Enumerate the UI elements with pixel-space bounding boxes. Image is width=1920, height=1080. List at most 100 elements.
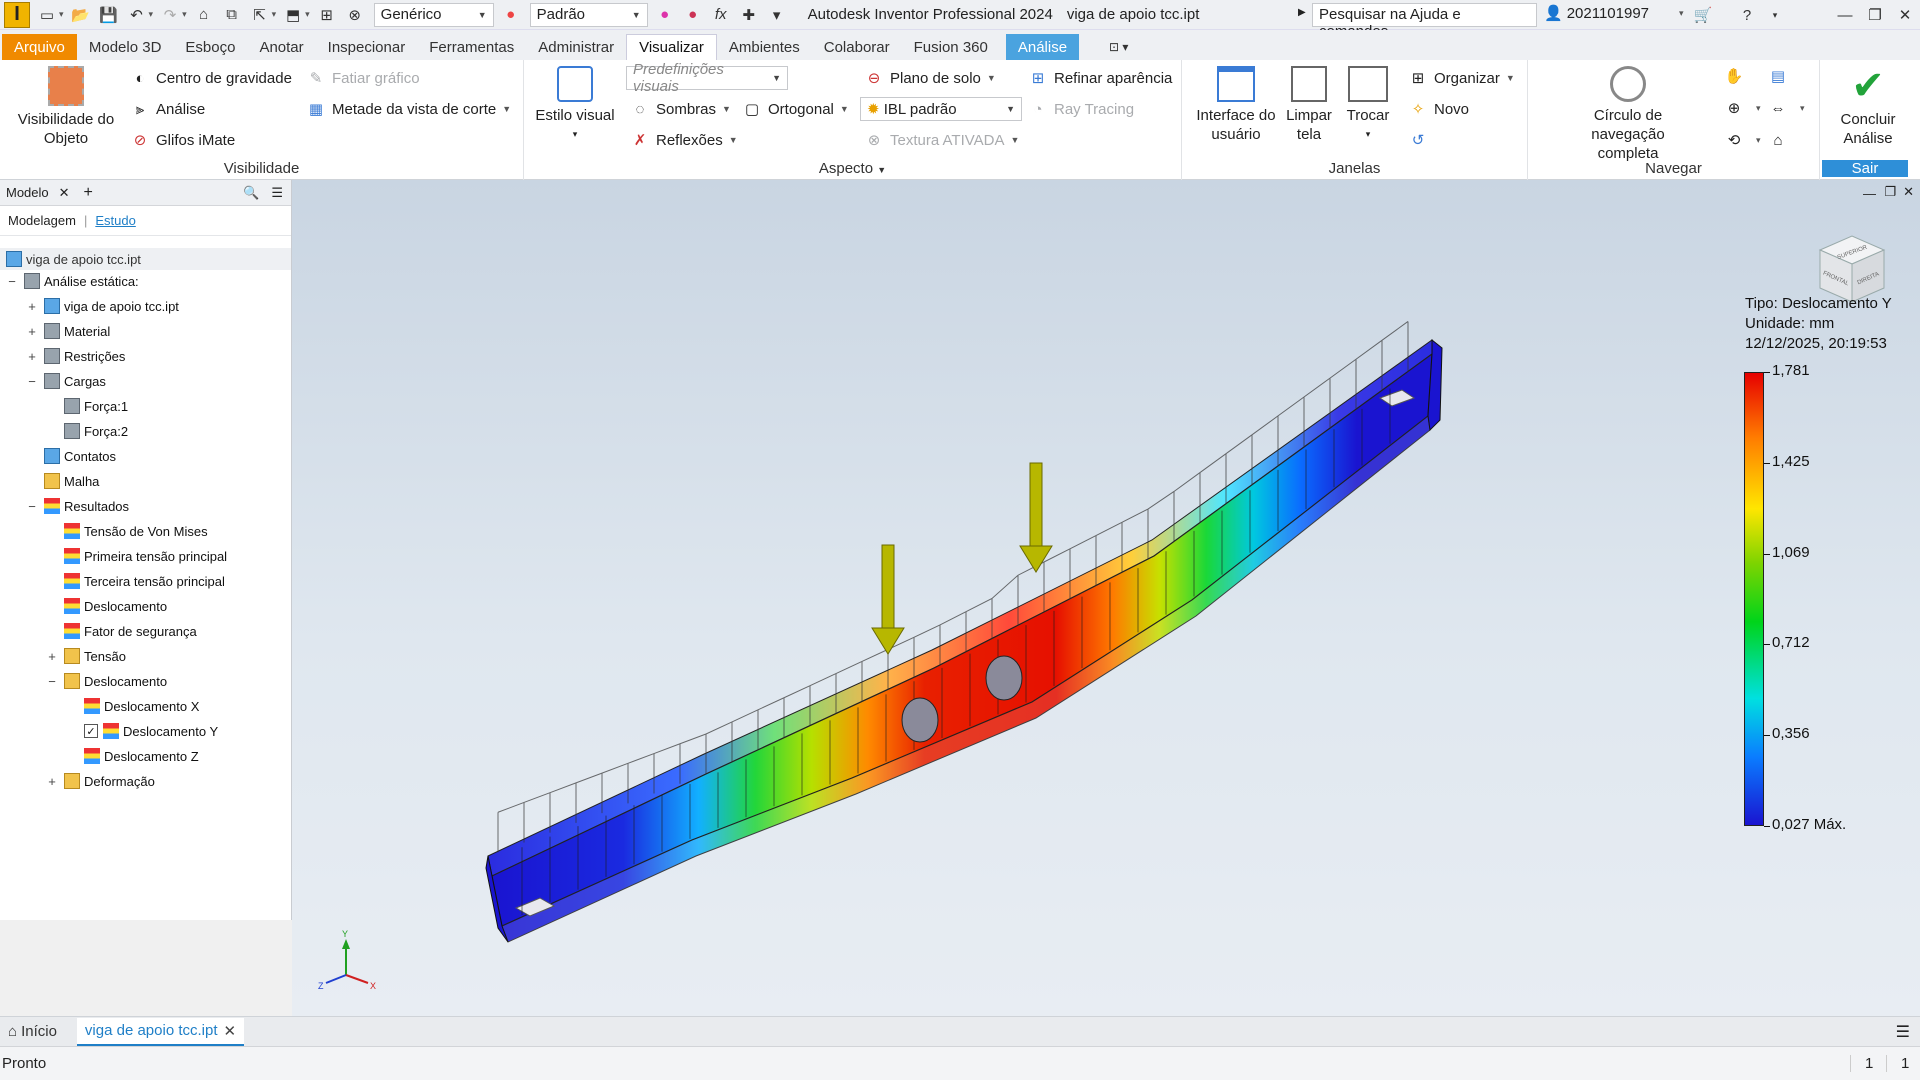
tab-anotar[interactable]: Anotar xyxy=(247,34,315,60)
tree-item[interactable]: − Análise estática: xyxy=(6,270,139,292)
redo-icon[interactable]: ↷ xyxy=(159,4,181,26)
tree-item[interactable]: + viga de apoio tcc.ipt xyxy=(26,295,179,317)
tab-ferramentas[interactable]: Ferramentas xyxy=(417,34,526,60)
doc-tab-file[interactable]: viga de apoio tcc.ipt ✕ xyxy=(76,1017,245,1046)
appearance-icon[interactable]: ● xyxy=(654,4,676,26)
tree-item[interactable]: Terceira tensão principal xyxy=(46,570,225,592)
tab-analise[interactable]: Análise xyxy=(1005,34,1080,60)
tree-item[interactable]: Deslocamento xyxy=(46,595,167,617)
full-nav-wheel-button[interactable]: Círculo de navegação completa xyxy=(1540,66,1716,163)
orthographic-button[interactable]: ▢ Ortogonal ▼ xyxy=(742,99,849,119)
appearance-combo[interactable]: Genérico ▼ xyxy=(373,2,494,27)
browser-add-icon[interactable]: + xyxy=(84,184,93,202)
tree-item[interactable]: − Deslocamento xyxy=(46,670,167,692)
shadows-button[interactable]: ◌ Sombras ▼ xyxy=(630,99,731,119)
expand-icon[interactable]: + xyxy=(46,774,58,789)
new-file-icon[interactable]: ▭ xyxy=(36,4,58,26)
tree-item[interactable]: Fator de segurança xyxy=(46,620,197,642)
collapse-icon[interactable]: − xyxy=(46,674,58,689)
orbit-button[interactable]: ⟲ ▾ xyxy=(1724,130,1761,150)
update-icon[interactable]: ⬒ xyxy=(282,4,304,26)
center-of-gravity-button[interactable]: ◐ Centro de gravidade xyxy=(130,68,291,88)
expand-icon[interactable]: + xyxy=(26,299,38,314)
viewport-restore-icon[interactable]: ❐ xyxy=(1884,184,1896,200)
object-visibility-button[interactable]: Visibilidade do Objeto xyxy=(10,66,122,148)
expand-icon[interactable]: + xyxy=(26,324,38,339)
expand-icon[interactable]: + xyxy=(26,349,38,364)
switch-window-button[interactable]: Trocar ▾ xyxy=(1340,66,1396,144)
tree-root-item[interactable]: viga de apoio tcc.ipt xyxy=(0,248,291,270)
tree-item[interactable]: Deslocamento Z xyxy=(66,745,199,767)
graphics-viewport[interactable]: SUPERIOR FRONTAL DIREITA Y X Z — ❐ ✕ xyxy=(292,180,1920,1016)
tab-esboco[interactable]: Esboço xyxy=(173,34,247,60)
minimize-icon[interactable]: — xyxy=(1830,3,1860,27)
half-section-button[interactable]: ▦ Metade da vista de corte ▼ xyxy=(306,99,511,119)
tab-ambientes[interactable]: Ambientes xyxy=(717,34,812,60)
tree-item[interactable]: Malha xyxy=(26,470,99,492)
expand-icon[interactable]: + xyxy=(46,649,58,664)
tree-item[interactable]: ✓ Deslocamento Y xyxy=(66,720,218,742)
texture-button[interactable]: ⊗ Textura ATIVADA ▼ xyxy=(864,130,1020,150)
tree-item[interactable]: + Deformação xyxy=(46,770,155,792)
collapse-icon[interactable]: − xyxy=(26,499,38,514)
tab-modelo-3d[interactable]: Modelo 3D xyxy=(77,34,174,60)
tree-item[interactable]: Primeira tensão principal xyxy=(46,545,227,567)
doc-tab-close-icon[interactable]: ✕ xyxy=(224,1022,237,1040)
inventor-logo[interactable]: I xyxy=(4,1,30,28)
undo-icon[interactable]: ↶ xyxy=(126,4,148,26)
tree-item[interactable]: − Cargas xyxy=(26,370,106,392)
restore-icon[interactable]: ❐ xyxy=(1860,3,1890,27)
refine-appearance-button[interactable]: ⊞ Refinar aparência xyxy=(1028,68,1173,88)
finish-analysis-button[interactable]: ✔ Concluir Análise xyxy=(1826,66,1910,148)
browser-search-icon[interactable]: 🔍 xyxy=(243,185,259,201)
arrange-button[interactable]: ⊞ Organizar ▼ xyxy=(1408,68,1515,88)
panel-label-aspecto[interactable]: Aspecto ▼ xyxy=(524,160,1181,177)
close-icon[interactable]: ✕ xyxy=(1890,3,1920,27)
cart-icon[interactable]: 🛒 xyxy=(1688,3,1718,27)
ray-tracing-button[interactable]: ◔ Ray Tracing xyxy=(1028,99,1134,119)
browser-menu-icon[interactable]: ☰ xyxy=(271,185,283,201)
save-icon[interactable]: 💾 xyxy=(98,4,120,26)
ibl-combo[interactable]: ✹ IBL padrão ▼ xyxy=(860,97,1022,121)
doc-tabs-menu-icon[interactable]: ☰ xyxy=(1896,1022,1910,1042)
tab-visualizar[interactable]: Visualizar xyxy=(626,34,717,60)
user-interface-button[interactable]: Interface do usuário xyxy=(1194,66,1278,144)
visual-style-button[interactable]: Estilo visual ▾ xyxy=(532,66,618,144)
color-wheel-icon[interactable]: ● xyxy=(500,4,522,26)
clear-appearance-icon[interactable]: ● xyxy=(682,4,704,26)
viewport-minimize-icon[interactable]: — xyxy=(1863,186,1876,201)
material-combo[interactable]: Padrão ▼ xyxy=(529,2,648,27)
undo-view-button[interactable]: ↺ xyxy=(1408,130,1434,150)
collapse-icon[interactable]: − xyxy=(26,374,38,389)
fx-icon[interactable]: fx xyxy=(710,4,732,26)
tree-item[interactable]: + Restrições xyxy=(26,345,125,367)
help-icon[interactable]: ? xyxy=(1732,3,1762,27)
tree-item[interactable]: Força:1 xyxy=(46,395,128,417)
home-view-button[interactable]: ⌂ xyxy=(1768,130,1794,150)
expand-search-icon[interactable]: ▶ xyxy=(1298,7,1306,18)
ground-plane-button[interactable]: ⊖ Plano de solo ▼ xyxy=(864,68,996,88)
browser-close-icon[interactable]: ✕ xyxy=(59,185,70,201)
zoom-all-button[interactable]: ⇔ ▾ xyxy=(1768,98,1805,118)
beam-model[interactable]: SUPERIOR FRONTAL DIREITA Y X Z xyxy=(292,180,1920,1016)
tree-item[interactable]: Contatos xyxy=(26,445,116,467)
tab-fusion-360[interactable]: Fusion 360 xyxy=(902,34,1000,60)
help-dropdown-icon[interactable]: ▾ xyxy=(1760,3,1790,27)
viewport-close-icon[interactable]: ✕ xyxy=(1903,184,1914,200)
tree-item[interactable]: Deslocamento X xyxy=(66,695,199,717)
open-icon[interactable]: 📂 xyxy=(70,4,92,26)
help-search-input[interactable]: Pesquisar na Ajuda e comandos... xyxy=(1312,3,1537,40)
tab-inspecionar[interactable]: Inspecionar xyxy=(316,34,418,60)
browser-tab-estudo[interactable]: Estudo xyxy=(95,213,135,228)
new-window-button[interactable]: ✧ Novo xyxy=(1408,99,1469,119)
visual-presets-combo[interactable]: Predefinições visuais ▼ xyxy=(626,61,788,95)
tree-item[interactable]: − Resultados xyxy=(26,495,129,517)
pan-button[interactable]: ✋ xyxy=(1724,66,1750,86)
browser-tab-modelagem[interactable]: Modelagem xyxy=(8,213,76,228)
orbit-calendar-button[interactable]: ▤ xyxy=(1768,66,1794,86)
plus-icon[interactable]: ✚ xyxy=(738,4,760,26)
material-sphere-icon[interactable]: ⊗ xyxy=(344,4,366,26)
visibility-checkbox[interactable]: ✓ xyxy=(84,724,98,738)
tree-item[interactable]: + Tensão xyxy=(46,645,126,667)
tree-item[interactable]: Força:2 xyxy=(46,420,128,442)
